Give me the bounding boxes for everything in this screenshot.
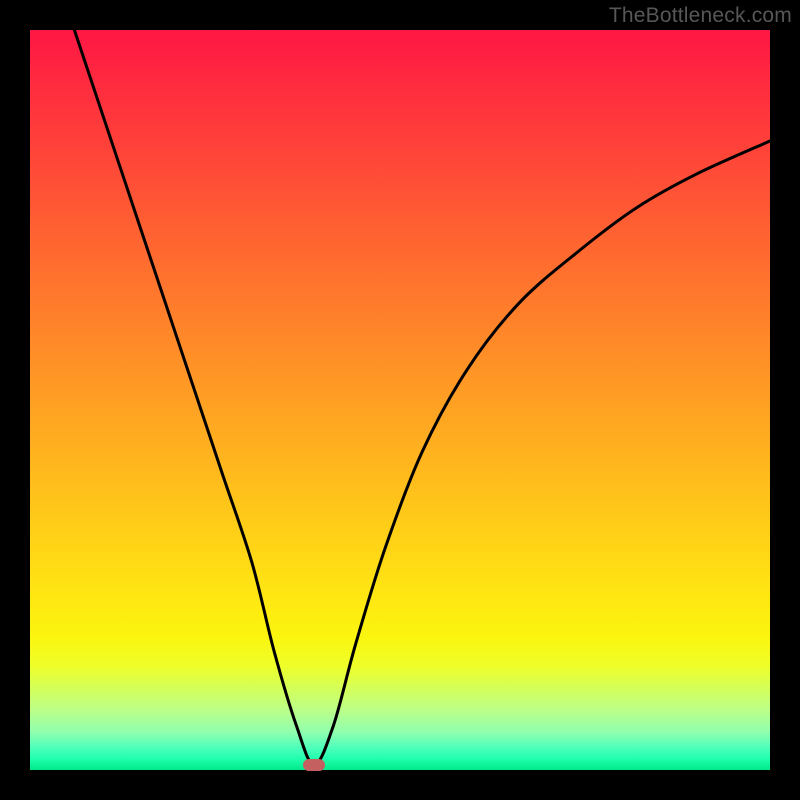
bottleneck-curve [30,30,770,770]
optimal-point-marker [303,759,325,771]
plot-area [30,30,770,770]
watermark-text: TheBottleneck.com [609,4,792,28]
chart-frame: TheBottleneck.com [0,0,800,800]
